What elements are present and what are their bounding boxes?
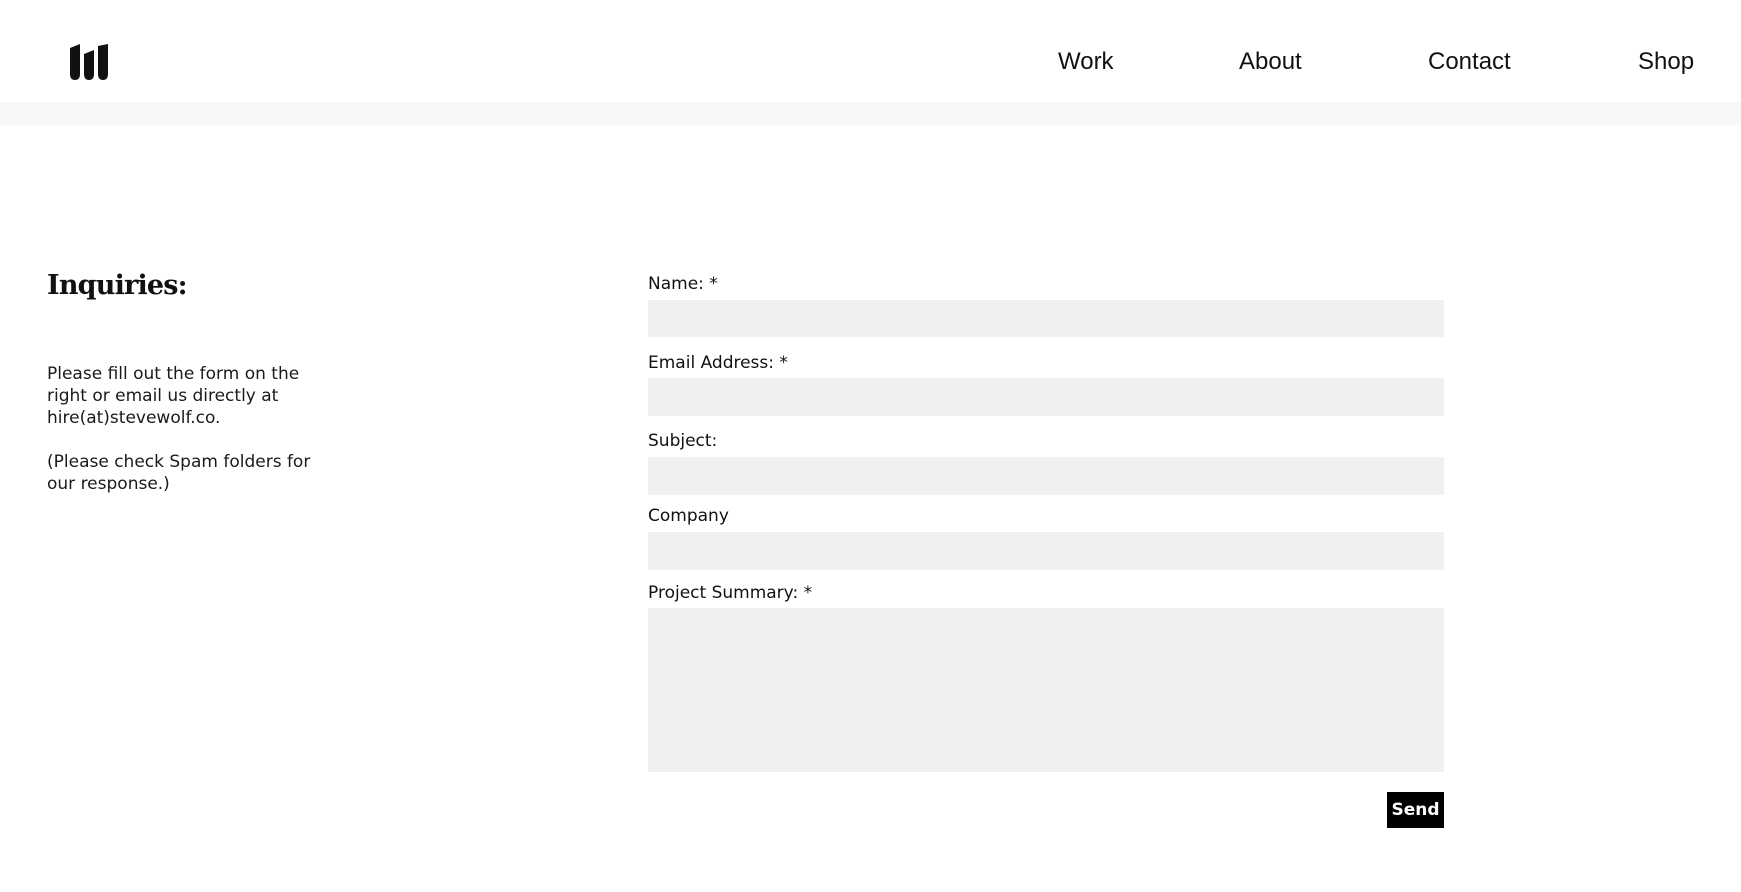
company-label: Company xyxy=(648,506,729,526)
logo-icon[interactable] xyxy=(70,44,108,80)
name-field[interactable] xyxy=(648,300,1444,337)
site-header: Work About Contact Shop xyxy=(0,0,1741,102)
intro-text: Please fill out the form on the right or… xyxy=(47,363,337,495)
subject-label: Subject: xyxy=(648,431,718,451)
project-summary-field[interactable] xyxy=(648,608,1444,772)
send-button[interactable]: Send xyxy=(1387,792,1444,828)
email-label: Email Address: * xyxy=(648,353,788,373)
nav-contact[interactable]: Contact xyxy=(1428,44,1511,80)
spam-note: (Please check Spam folders for our respo… xyxy=(47,452,311,494)
page-heading: Inquiries: xyxy=(47,270,188,301)
nav-work[interactable]: Work xyxy=(1058,44,1114,80)
nav-shop[interactable]: Shop xyxy=(1638,44,1694,80)
subject-field[interactable] xyxy=(648,457,1444,495)
intro-paragraph: Please fill out the form on the right or… xyxy=(47,364,300,428)
email-field[interactable] xyxy=(648,378,1444,416)
company-field[interactable] xyxy=(648,532,1444,570)
nav-about[interactable]: About xyxy=(1239,44,1302,80)
name-label: Name: * xyxy=(648,274,718,294)
header-divider-band xyxy=(0,102,1741,125)
project-summary-label: Project Summary: * xyxy=(648,583,813,603)
